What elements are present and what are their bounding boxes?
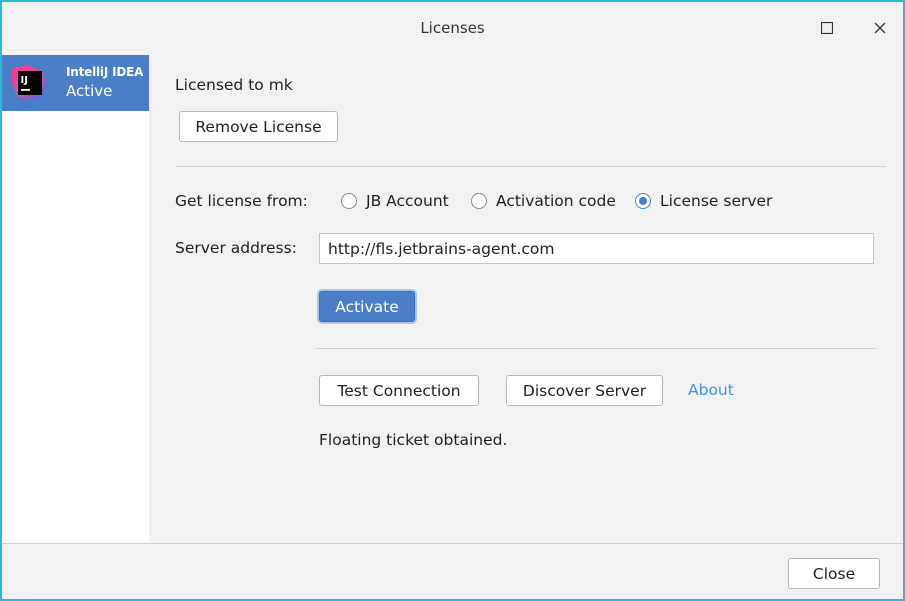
- maximize-button[interactable]: [815, 16, 839, 40]
- activate-button[interactable]: Activate: [319, 291, 415, 322]
- discover-server-button[interactable]: Discover Server: [506, 375, 663, 406]
- test-connection-button[interactable]: Test Connection: [319, 375, 479, 406]
- intellij-idea-logo-icon: IJ: [12, 65, 48, 101]
- sidebar-item-intellij-idea[interactable]: IJ IntelliJ IDEA Active: [2, 55, 149, 111]
- radio-license-server-indicator[interactable]: [635, 193, 651, 209]
- server-address-input[interactable]: [319, 233, 874, 264]
- product-sidebar: IJ IntelliJ IDEA Active: [2, 55, 149, 543]
- radio-jb-account-label: JB Account: [366, 192, 449, 210]
- logo-text: IJ: [21, 75, 28, 86]
- close-icon: [874, 22, 886, 34]
- radio-activation-code[interactable]: Activation code: [471, 192, 616, 210]
- licensed-to-label: Licensed to mk: [175, 76, 293, 94]
- radio-license-server[interactable]: License server: [635, 192, 772, 210]
- about-link[interactable]: About: [688, 381, 734, 399]
- radio-license-server-label: License server: [660, 192, 773, 210]
- get-license-label: Get license from:: [175, 192, 308, 210]
- radio-activation-code-label: Activation code: [496, 192, 616, 210]
- maximize-icon: [821, 22, 833, 34]
- dialog-footer: Close: [2, 543, 903, 599]
- radio-jb-account[interactable]: JB Account: [341, 192, 449, 210]
- radio-activation-code-indicator[interactable]: [471, 193, 487, 209]
- window-close-button[interactable]: [868, 16, 892, 40]
- remove-license-button[interactable]: Remove License: [179, 111, 338, 142]
- divider: [316, 348, 876, 349]
- licenses-dialog: Licenses IJ IntelliJ IDEA Active License…: [0, 0, 905, 601]
- status-message: Floating ticket obtained.: [319, 431, 508, 449]
- server-address-label: Server address:: [175, 239, 297, 257]
- title-bar[interactable]: Licenses: [2, 2, 903, 55]
- window-title: Licenses: [420, 19, 485, 37]
- sidebar-product-name: IntelliJ IDEA: [66, 65, 144, 79]
- radio-jb-account-indicator[interactable]: [341, 193, 357, 209]
- divider: [176, 166, 886, 167]
- sidebar-product-status: Active: [66, 82, 113, 100]
- close-button[interactable]: Close: [788, 558, 880, 589]
- license-panel: Licensed to mk Remove License Get licens…: [149, 55, 903, 543]
